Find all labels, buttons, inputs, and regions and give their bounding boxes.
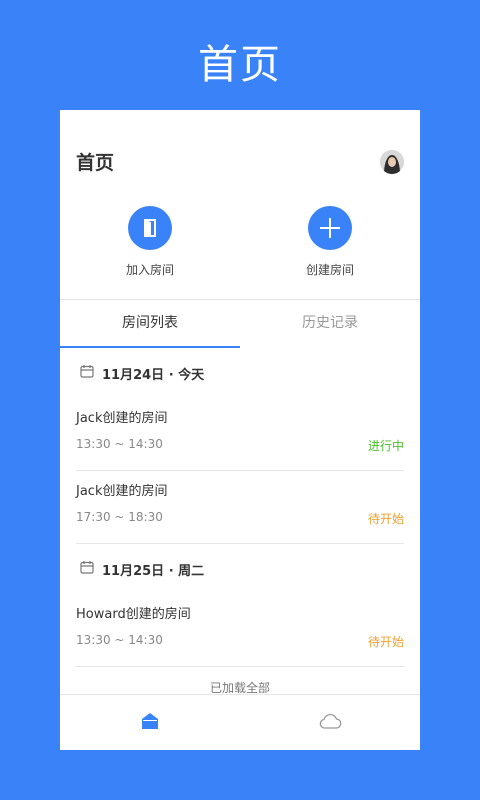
- plus-icon[interactable]: [308, 206, 352, 250]
- tab-history-label: 历史记录: [302, 315, 358, 331]
- room-time: 13:30 ~ 14:30: [76, 437, 163, 451]
- cloud-icon[interactable]: [318, 712, 342, 734]
- calendar-icon: [80, 560, 94, 578]
- tab-bar: 房间列表 历史记录: [60, 300, 420, 348]
- date-label: 11月25日 · 周二: [102, 563, 205, 579]
- create-room-label: 创建房间: [305, 263, 354, 277]
- room-time: 17:30 ~ 18:30: [76, 510, 163, 524]
- date-header: 11月24日 · 今天: [76, 348, 404, 398]
- avatar[interactable]: [380, 150, 404, 174]
- tab-room-list[interactable]: 房间列表: [60, 300, 240, 348]
- date-header: 11月25日 · 周二: [76, 544, 404, 594]
- status-badge: 待开始: [367, 635, 404, 649]
- join-room-label: 加入房间: [125, 263, 174, 277]
- app-card: 首页 加入房间 创建房间 房间列表 历史记录 11月24日 · 今天 Jack创…: [60, 110, 420, 750]
- list-item[interactable]: Jack创建的房间 17:30 ~ 18:30 待开始: [76, 471, 404, 544]
- status-badge: 进行中: [367, 439, 404, 453]
- room-name: Jack创建的房间: [76, 411, 168, 426]
- page-title: 首页: [76, 152, 115, 174]
- list-item[interactable]: Jack创建的房间 13:30 ~ 14:30 进行中: [76, 398, 404, 471]
- calendar-icon: [80, 364, 94, 382]
- status-badge: 待开始: [367, 512, 404, 526]
- room-time: 13:30 ~ 14:30: [76, 633, 163, 647]
- room-name: Jack创建的房间: [76, 484, 168, 499]
- room-list: 11月24日 · 今天 Jack创建的房间 13:30 ~ 14:30 进行中 …: [76, 348, 404, 696]
- room-name: Howard创建的房间: [76, 607, 191, 622]
- date-label: 11月24日 · 今天: [102, 367, 205, 383]
- bottom-nav: [60, 695, 420, 750]
- nav-home[interactable]: [60, 695, 240, 750]
- tab-room-list-label: 房间列表: [122, 315, 178, 331]
- home-icon[interactable]: [140, 711, 160, 735]
- join-room-action[interactable]: 加入房间: [90, 206, 210, 278]
- list-item[interactable]: Howard创建的房间 13:30 ~ 14:30 待开始: [76, 594, 404, 667]
- tab-history[interactable]: 历史记录: [240, 300, 420, 348]
- outer-page-title: 首页: [198, 42, 282, 88]
- create-room-action[interactable]: 创建房间: [270, 206, 390, 278]
- nav-cloud[interactable]: [240, 695, 420, 750]
- door-icon[interactable]: [128, 206, 172, 250]
